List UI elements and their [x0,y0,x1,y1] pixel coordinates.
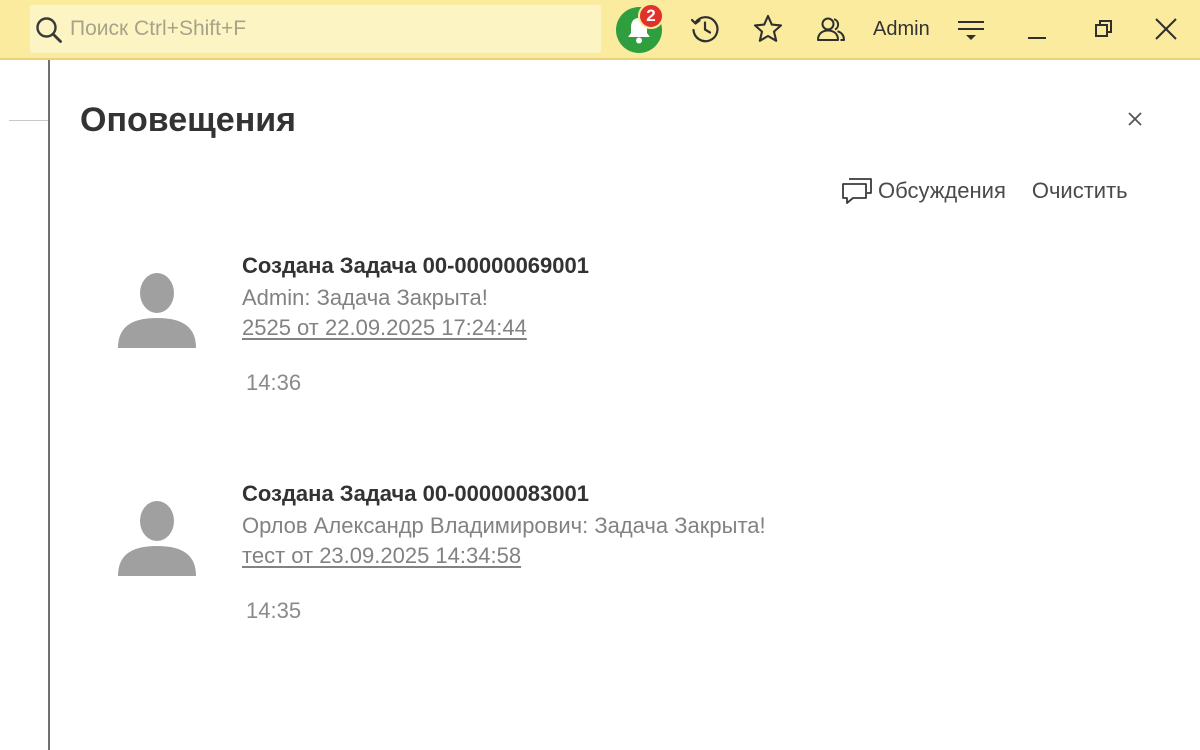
notification-link[interactable]: 2525 от 22.09.2025 17:24:44 [242,315,527,341]
minimize-button[interactable] [1022,13,1054,45]
restore-icon [1095,20,1112,37]
notification-text: Орлов Александр Владимирович: Задача Зак… [242,513,766,538]
close-panel-button[interactable] [1124,108,1146,130]
close-icon [1128,112,1142,126]
notifications-panel: Оповещения Обсуждения Очистить Создана З… [48,60,1200,750]
panel-actions: Обсуждения Очистить [840,175,1128,207]
panel-title: Оповещения [80,101,296,139]
background-divider [9,120,48,121]
history-icon [690,16,719,43]
menu-icon [958,21,984,40]
notification-text: Admin: Задача Закрыта! [242,285,488,310]
star-icon [753,14,783,42]
notification-item: Создана Задача 00-00000069001 Admin: Зад… [50,240,1150,410]
close-icon [1155,18,1177,40]
avatar-icon [118,273,196,348]
notification-time: 14:35 [246,598,302,623]
search-placeholder: Поиск Ctrl+Shift+F [70,17,247,40]
notification-link[interactable]: тест от 23.09.2025 14:34:58 [242,543,521,569]
user-name[interactable]: Admin [873,0,930,58]
notification-title[interactable]: Создана Задача 00-00000069001 [242,253,589,279]
notification-count-badge: 2 [638,3,664,29]
users-button[interactable] [815,13,847,45]
clear-button[interactable]: Очистить [1032,178,1128,204]
notification-item: Создана Задача 00-00000083001 Орлов Алек… [50,468,1150,638]
search-icon [35,16,63,44]
notification-title[interactable]: Создана Задача 00-00000083001 [242,481,589,507]
main-menu-button[interactable] [955,13,987,45]
restore-button[interactable] [1088,13,1120,45]
top-toolbar: Поиск Ctrl+Shift+F 2 Admin [0,0,1200,60]
avatar-icon [118,501,196,576]
history-button[interactable] [689,13,721,45]
minimize-icon [1028,37,1046,39]
discussions-link[interactable]: Обсуждения [878,178,1006,204]
discussions-icon[interactable] [840,176,874,206]
background-page [0,60,48,750]
close-window-button[interactable] [1150,13,1182,45]
favorites-button[interactable] [752,13,784,45]
search-field[interactable]: Поиск Ctrl+Shift+F [30,5,601,53]
notification-time: 14:36 [246,370,302,395]
users-icon [817,17,845,41]
